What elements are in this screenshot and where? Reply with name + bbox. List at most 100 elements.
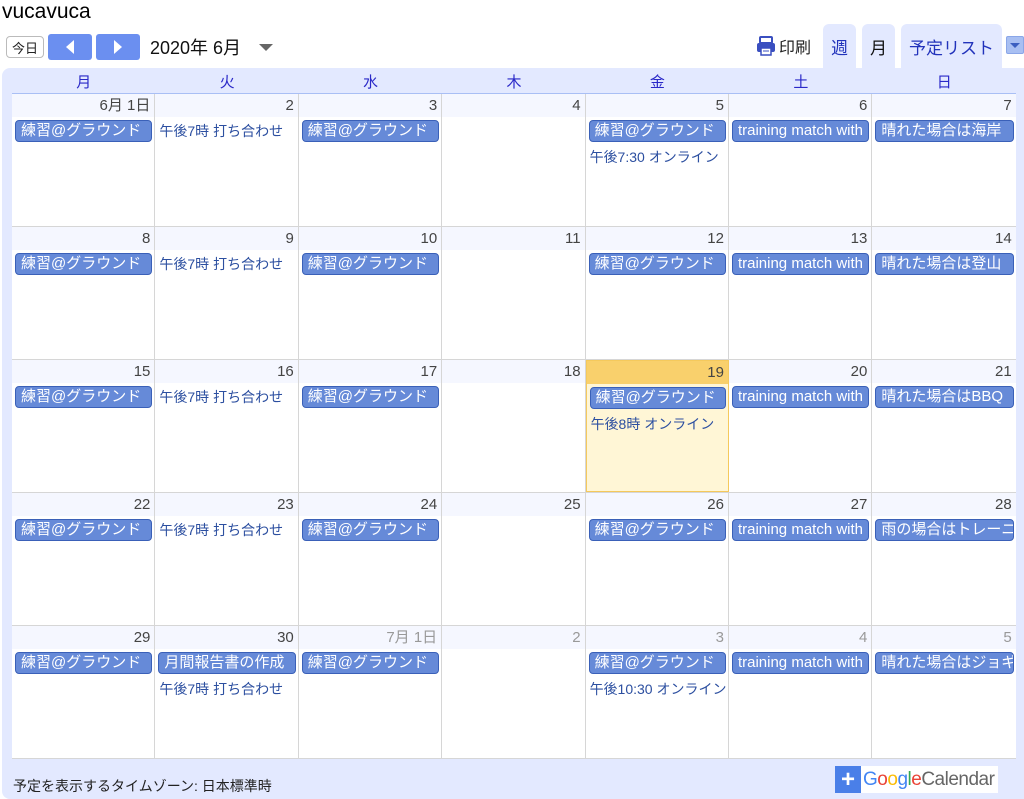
tab-month[interactable]: 月	[862, 24, 895, 68]
day-number[interactable]: 20	[728, 360, 872, 383]
day-number[interactable]: 13	[728, 227, 872, 250]
day-number[interactable]: 2	[442, 626, 585, 649]
day-cell[interactable]: 17 練習@グラウンド	[298, 360, 443, 492]
day-number[interactable]: 8	[12, 227, 155, 250]
day-number[interactable]: 28	[872, 493, 1016, 516]
day-cell[interactable]: 3 練習@グラウンド 午後10:30 オンライン	[585, 626, 729, 758]
all-day-event[interactable]: 練習@グラウンド	[301, 386, 440, 408]
day-cell[interactable]: 23 午後7時 打ち合わせ	[155, 493, 299, 625]
all-day-event[interactable]: training match with	[731, 386, 870, 408]
all-day-event[interactable]: 練習@グラウンド	[15, 519, 153, 541]
day-number[interactable]: 4	[728, 626, 872, 649]
day-cell[interactable]: 5 晴れた場合はジョギング	[872, 626, 1016, 758]
day-cell[interactable]: 9 午後7時 打ち合わせ	[155, 227, 299, 359]
day-number[interactable]: 23	[155, 493, 298, 516]
all-day-event[interactable]: 練習@グラウンド	[588, 120, 726, 142]
all-day-event[interactable]: training match with	[731, 652, 870, 674]
day-cell[interactable]: 13 training match with	[728, 227, 873, 359]
print-button[interactable]: 印刷	[755, 24, 811, 68]
timed-event[interactable]: 午後10:30 オンライン	[590, 678, 728, 700]
day-cell[interactable]: 21 晴れた場合はBBQ	[872, 360, 1016, 492]
day-cell[interactable]: 28 雨の場合はトレーニング	[872, 493, 1016, 625]
timed-event[interactable]: 午後7時 打ち合わせ	[159, 120, 297, 142]
all-day-event[interactable]: 練習@グラウンド	[15, 253, 153, 275]
day-cell[interactable]: 4	[442, 94, 586, 226]
day-cell[interactable]: 11	[442, 227, 586, 359]
day-cell[interactable]: 12 練習@グラウンド	[585, 227, 729, 359]
all-day-event[interactable]: 晴れた場合は海岸	[875, 120, 1014, 142]
all-day-event[interactable]: 月間報告書の作成	[158, 652, 296, 674]
day-cell[interactable]: 24 練習@グラウンド	[298, 493, 443, 625]
all-day-event[interactable]: 練習@グラウンド	[15, 386, 153, 408]
tab-week[interactable]: 週	[823, 24, 856, 68]
all-day-event[interactable]: training match with	[731, 120, 870, 142]
day-cell[interactable]: 15 練習@グラウンド	[12, 360, 156, 492]
all-day-event[interactable]: 練習@グラウンド	[588, 652, 726, 674]
timed-event[interactable]: 午後7時 打ち合わせ	[159, 678, 297, 700]
view-options-dropdown[interactable]	[1006, 36, 1024, 54]
all-day-event[interactable]: training match with	[731, 253, 870, 275]
month-picker-dropdown-icon[interactable]	[259, 43, 274, 51]
day-number[interactable]: 30	[155, 626, 298, 649]
day-number[interactable]: 29	[12, 626, 155, 649]
day-cell[interactable]: 6月 1日 練習@グラウンド	[12, 94, 156, 226]
day-cell[interactable]: 8 練習@グラウンド	[12, 227, 156, 359]
day-cell-today[interactable]: 19 練習@グラウンド 午後8時 オンライン	[585, 360, 729, 492]
day-cell[interactable]: 3 練習@グラウンド	[298, 94, 443, 226]
day-number[interactable]: 17	[298, 360, 442, 383]
day-number[interactable]: 3	[585, 626, 728, 649]
day-number[interactable]: 16	[155, 360, 298, 383]
all-day-event[interactable]: 練習@グラウンド	[589, 387, 726, 409]
day-number[interactable]: 6月 1日	[12, 94, 155, 117]
add-to-google-calendar-button[interactable]: + GoogleCalendar	[835, 766, 999, 793]
all-day-event[interactable]: 練習@グラウンド	[588, 253, 726, 275]
all-day-event[interactable]: 晴れた場合はBBQ	[875, 386, 1014, 408]
day-number[interactable]: 14	[872, 227, 1016, 250]
day-cell[interactable]: 25	[442, 493, 586, 625]
day-cell[interactable]: 16 午後7時 打ち合わせ	[155, 360, 299, 492]
day-number[interactable]: 21	[872, 360, 1016, 383]
day-number[interactable]: 10	[298, 227, 442, 250]
day-cell[interactable]: 26 練習@グラウンド	[585, 493, 729, 625]
day-number[interactable]: 9	[155, 227, 298, 250]
day-number[interactable]: 26	[585, 493, 728, 516]
day-number[interactable]: 2	[155, 94, 298, 117]
day-cell[interactable]: 20 training match with	[728, 360, 873, 492]
day-number[interactable]: 6	[728, 94, 872, 117]
day-cell[interactable]: 5 練習@グラウンド 午後7:30 オンライン	[585, 94, 729, 226]
day-number[interactable]: 12	[585, 227, 728, 250]
all-day-event[interactable]: 練習@グラウンド	[301, 652, 440, 674]
day-number[interactable]: 15	[12, 360, 155, 383]
all-day-event[interactable]: 晴れた場合はジョギング	[875, 652, 1014, 674]
day-cell[interactable]: 2 午後7時 打ち合わせ	[155, 94, 299, 226]
tab-agenda[interactable]: 予定リスト	[901, 24, 1002, 68]
day-number[interactable]: 27	[728, 493, 872, 516]
day-cell[interactable]: 30 月間報告書の作成 午後7時 打ち合わせ	[155, 626, 299, 758]
day-number[interactable]: 18	[442, 360, 585, 383]
day-number[interactable]: 19	[586, 361, 728, 384]
day-cell[interactable]: 2	[442, 626, 586, 758]
day-number[interactable]: 5	[585, 94, 728, 117]
all-day-event[interactable]: 練習@グラウンド	[588, 519, 726, 541]
prev-month-button[interactable]	[48, 34, 92, 60]
all-day-event[interactable]: 練習@グラウンド	[15, 652, 153, 674]
next-month-button[interactable]	[96, 34, 140, 60]
day-cell[interactable]: 18	[442, 360, 586, 492]
day-cell[interactable]: 4 training match with	[728, 626, 873, 758]
day-number[interactable]: 4	[442, 94, 585, 117]
day-number[interactable]: 22	[12, 493, 155, 516]
today-button[interactable]: 今日	[6, 36, 44, 58]
day-cell[interactable]: 22 練習@グラウンド	[12, 493, 156, 625]
timed-event[interactable]: 午後7時 打ち合わせ	[159, 253, 297, 275]
all-day-event[interactable]: 練習@グラウンド	[301, 253, 440, 275]
all-day-event[interactable]: training match with	[731, 519, 870, 541]
day-cell[interactable]: 27 training match with	[728, 493, 873, 625]
day-number[interactable]: 7月 1日	[298, 626, 442, 649]
timed-event[interactable]: 午後7時 打ち合わせ	[159, 519, 297, 541]
day-cell[interactable]: 7月 1日練習@グラウンド	[298, 626, 443, 758]
day-number[interactable]: 5	[872, 626, 1016, 649]
day-cell[interactable]: 6 training match with	[728, 94, 873, 226]
timed-event[interactable]: 午後7:30 オンライン	[590, 146, 728, 168]
all-day-event[interactable]: 練習@グラウンド	[301, 120, 440, 142]
all-day-event[interactable]: 晴れた場合は登山	[875, 253, 1014, 275]
